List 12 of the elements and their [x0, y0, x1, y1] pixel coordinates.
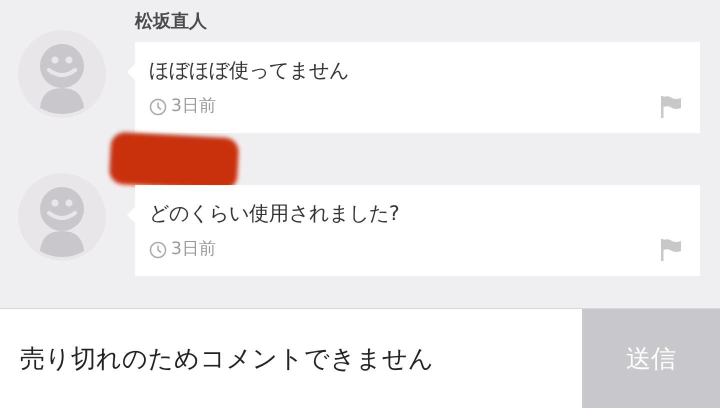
comment-text: ほぼほぼ使ってません — [149, 57, 350, 84]
author-name: 松坂直人 — [135, 11, 207, 32]
comment-time: 3日前 — [171, 238, 216, 261]
avatar-icon — [18, 173, 106, 261]
clock-icon — [149, 98, 167, 116]
comment-time: 3日前 — [171, 95, 216, 118]
avatar-icon — [18, 30, 106, 118]
flag-icon[interactable] — [660, 94, 682, 119]
comment-disabled-notice: 売り切れのためコメントできません — [20, 342, 434, 375]
comment-text: どのくらい使用されました? — [149, 200, 401, 227]
clock-icon — [149, 240, 167, 259]
flag-icon[interactable] — [660, 238, 682, 262]
